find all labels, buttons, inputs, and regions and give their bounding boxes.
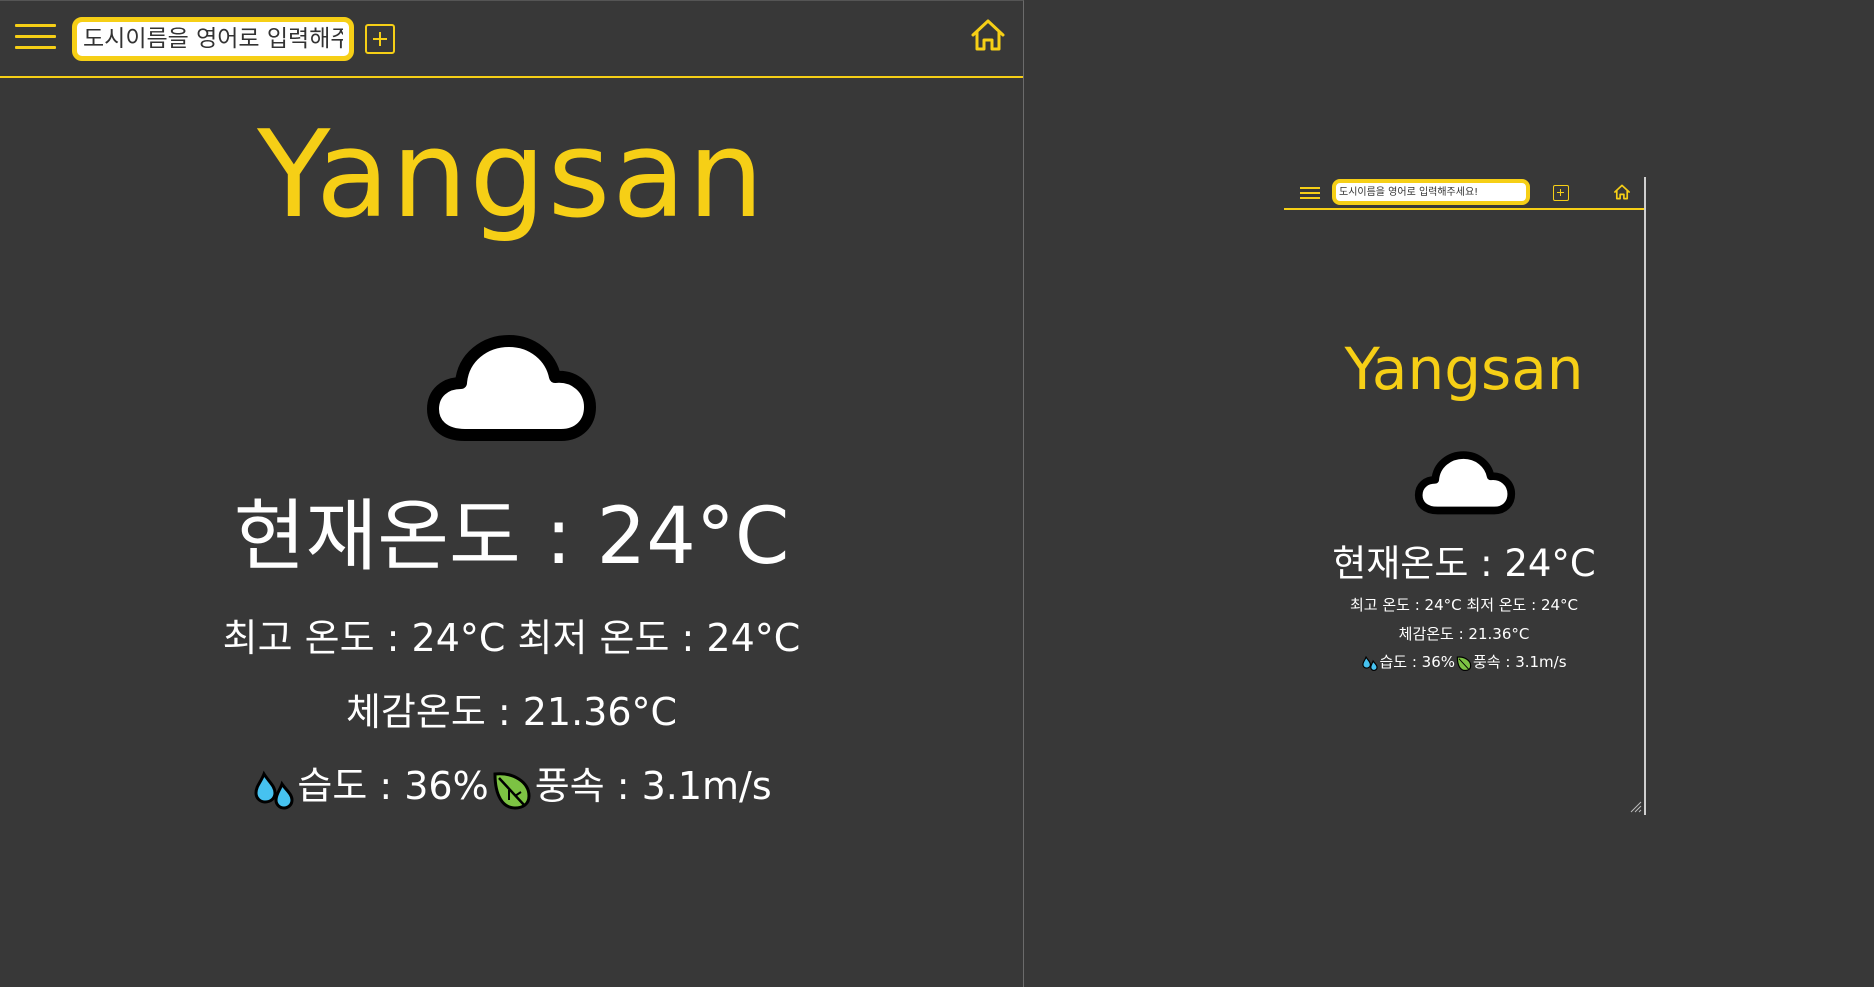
humidity-wind-row: 습도 : 36% 풍속 : 3.1m/s [1284,651,1644,673]
weather-app-small: Yangsan 현재온도 : 24°C 최고 온도 : 24°C 최저 온도 :… [1284,177,1646,815]
wind-speed-value: 풍속 : 3.1m/s [534,764,772,808]
current-temperature: 현재온도 : 24°C [1332,542,1596,585]
city-name: Yangsan [1344,335,1584,403]
city-name: Yangsan [257,106,766,245]
min-temperature: 최저 온도 : 24°C [517,616,801,660]
resize-handle-icon[interactable] [1630,801,1642,813]
humidity-value: 습도 : 36% [1379,653,1455,671]
leaf-wind-icon [493,771,531,810]
wind-speed-value: 풍속 : 3.1m/s [1473,653,1567,671]
add-city-button[interactable] [1553,185,1569,201]
min-temperature: 최저 온도 : 24°C [1466,596,1579,614]
home-icon[interactable] [1613,183,1631,201]
add-city-button[interactable] [365,24,395,54]
max-temperature: 최고 온도 : 24°C [1349,596,1462,614]
cloud-icon [1414,451,1516,515]
city-search-input[interactable] [1332,179,1530,205]
app-header-small [1284,177,1644,210]
city-search-input[interactable] [72,17,354,61]
humidity-wind-row: 습도 : 36% 풍속 : 3.1m/s [0,761,1023,812]
weather-app-large: Yangsan 현재온도 : 24°C 최고 온도 : 24°C 최저 온도 :… [0,0,1024,987]
home-icon[interactable] [969,16,1007,54]
min-max-temperature: 최고 온도 : 24°C 최저 온도 : 24°C [1284,594,1644,616]
leaf-wind-icon [1456,655,1472,671]
feels-like-temperature: 체감온도 : 21.36°C [345,690,678,734]
min-max-temperature: 최고 온도 : 24°C 최저 온도 : 24°C [0,613,1023,663]
sweat-droplets-icon [1362,655,1379,671]
cloud-icon [427,335,596,441]
sweat-droplets-icon [254,770,294,810]
hamburger-menu-icon[interactable] [1300,187,1320,199]
humidity-value: 습도 : 36% [297,764,489,808]
current-temperature: 현재온도 : 24°C [233,492,790,582]
max-temperature: 최고 온도 : 24°C [222,616,506,660]
feels-like-temperature: 체감온도 : 21.36°C [1398,625,1530,643]
app-header [0,1,1023,78]
hamburger-menu-icon[interactable] [15,24,56,50]
